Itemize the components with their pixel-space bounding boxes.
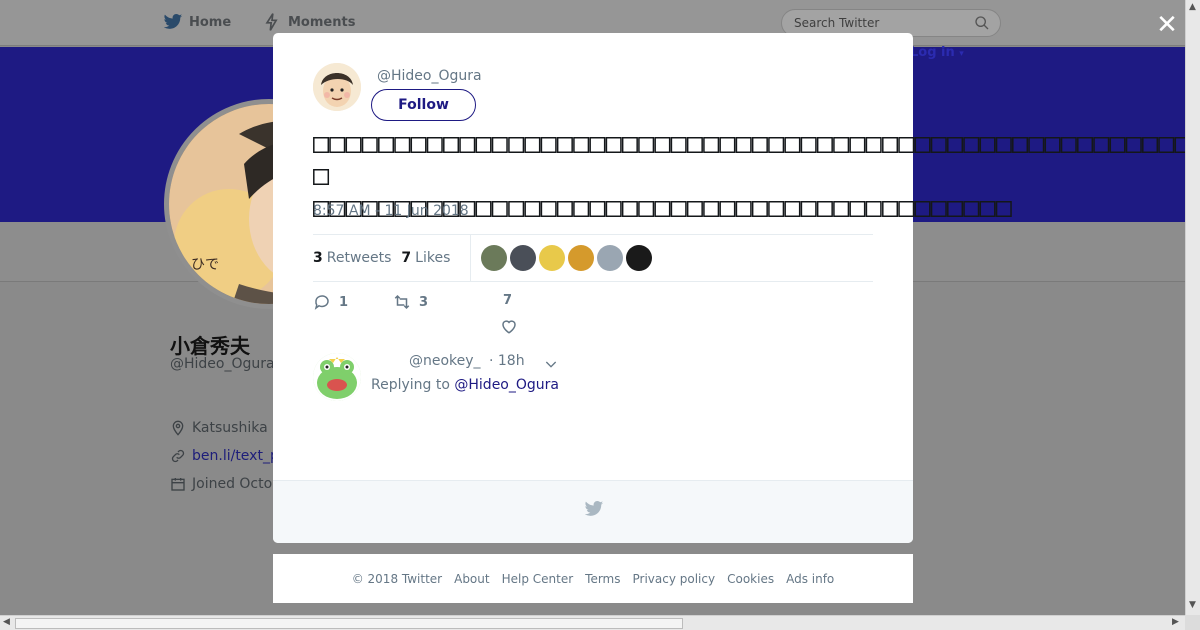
nav-moments-label: Moments (288, 14, 356, 30)
footer-link[interactable]: Ads info (786, 572, 834, 586)
stats-divider (470, 234, 472, 282)
retweet-icon (394, 294, 410, 310)
svg-text:ひで: ひで (191, 257, 219, 273)
profile-website[interactable]: ben.li/text_p (170, 448, 279, 464)
retweet-count: 3 (419, 294, 429, 310)
liker-avatar[interactable] (481, 245, 508, 271)
login-label: Log in (910, 45, 955, 60)
scroll-down-arrow-icon[interactable]: ▼ (1189, 600, 1196, 610)
author-avatar-illustration (313, 63, 361, 111)
reply-icon (314, 295, 329, 310)
like-action[interactable]: 7 (503, 293, 512, 308)
profile-joined-text: Joined Octo (192, 476, 273, 492)
footer-link[interactable]: Privacy policy (633, 572, 716, 586)
search-icon[interactable] (974, 15, 990, 31)
tweet-modal: @Hideo_Ogura Follow □□□□□□□□□□□□□□□□□□□□… (273, 33, 1200, 543)
footer-link[interactable]: About (454, 572, 489, 586)
scrollbar-corner (1185, 615, 1200, 630)
nav-home[interactable]: Home (163, 12, 231, 32)
liker-avatar[interactable] (597, 245, 624, 271)
footer-link[interactable]: Cookies (727, 572, 774, 586)
liker-avatar[interactable] (568, 245, 595, 271)
profile-website-text: ben.li/text_p (192, 448, 279, 464)
chevron-down-icon[interactable] (543, 356, 559, 372)
close-icon[interactable]: ✕ (1154, 12, 1180, 38)
modal-footer (273, 480, 913, 543)
scroll-left-arrow-icon[interactable]: ◀ (3, 617, 10, 627)
profile-name: 小倉秀夫 (170, 334, 250, 358)
link-icon (171, 449, 185, 463)
replying-to-label: Replying to (371, 377, 450, 393)
tweet-stats: 3 Retweets 7 Likes (313, 234, 655, 282)
copyright-text: © 2018 Twitter (351, 571, 443, 586)
login-link[interactable]: Log in ▾ (910, 45, 964, 60)
profile-location-text: Katsushika (192, 420, 268, 436)
scroll-right-arrow-icon[interactable]: ▶ (1172, 617, 1179, 627)
heart-icon[interactable] (500, 317, 518, 335)
profile-joined: Joined Octo (170, 476, 272, 492)
retweet-action[interactable]: 3 (393, 293, 428, 311)
profile-handle: @Hideo_Ogura (170, 356, 275, 372)
reply-avatar[interactable] (313, 353, 361, 401)
liker-avatar[interactable] (539, 245, 566, 271)
location-pin-icon (172, 420, 184, 436)
author-avatar[interactable] (313, 63, 361, 111)
replying-to: Replying to @Hideo_Ogura (371, 377, 559, 393)
retweets-stat[interactable]: 3 Retweets (313, 250, 391, 266)
footer-link[interactable]: Help Center (502, 572, 574, 586)
caret-down-icon: ▾ (959, 49, 964, 59)
retweets-count: 3 (313, 250, 323, 266)
liker-avatar[interactable] (510, 245, 537, 271)
likes-label: Likes (415, 250, 451, 266)
profile-location: Katsushika (170, 420, 268, 436)
footer-link[interactable]: Terms (585, 572, 620, 586)
likes-count: 7 (401, 250, 412, 266)
nav-moments[interactable]: Moments (262, 12, 355, 32)
lightning-icon (265, 13, 278, 31)
retweets-label: Retweets (326, 250, 392, 266)
author-handle[interactable]: @Hideo_Ogura (377, 68, 482, 84)
horizontal-scrollbar[interactable]: ◀ ▶ (0, 615, 1185, 630)
frog-avatar-illustration (313, 353, 361, 401)
follow-button[interactable]: Follow (371, 89, 476, 121)
likes-stat[interactable]: 7 Likes (401, 250, 450, 266)
search-placeholder: Search Twitter (794, 16, 880, 30)
twitter-bird-icon (163, 14, 183, 29)
tweet-timestamp[interactable]: 8:57 AM - 11 Jun 2018 (313, 203, 469, 219)
horizontal-scroll-thumb[interactable] (15, 618, 683, 629)
reply-count: 1 (339, 294, 349, 310)
tweet-modal-content: @Hideo_Ogura Follow □□□□□□□□□□□□□□□□□□□□… (273, 33, 1200, 526)
site-footer: © 2018 Twitter About Help Center Terms Priva… (273, 554, 913, 603)
replying-to-handle[interactable]: @Hideo_Ogura (454, 377, 559, 393)
reply-time[interactable]: · 18h (489, 353, 525, 369)
twitter-bird-icon (584, 501, 604, 516)
like-count: 7 (503, 293, 513, 308)
reply-action[interactable]: 1 (313, 293, 348, 311)
liker-avatar[interactable] (626, 245, 653, 271)
calendar-icon (171, 478, 185, 491)
scroll-up-arrow-icon[interactable]: ▲ (1189, 2, 1196, 12)
nav-home-label: Home (189, 14, 232, 30)
likers-avatars (481, 245, 655, 271)
reply-handle[interactable]: @neokey_ (409, 353, 481, 369)
divider (313, 281, 873, 282)
vertical-scrollbar[interactable]: ▲ ▼ (1185, 0, 1200, 615)
reply-tweet[interactable]: @neokey_ · 18h Replying to @Hideo_Ogura (313, 351, 873, 526)
